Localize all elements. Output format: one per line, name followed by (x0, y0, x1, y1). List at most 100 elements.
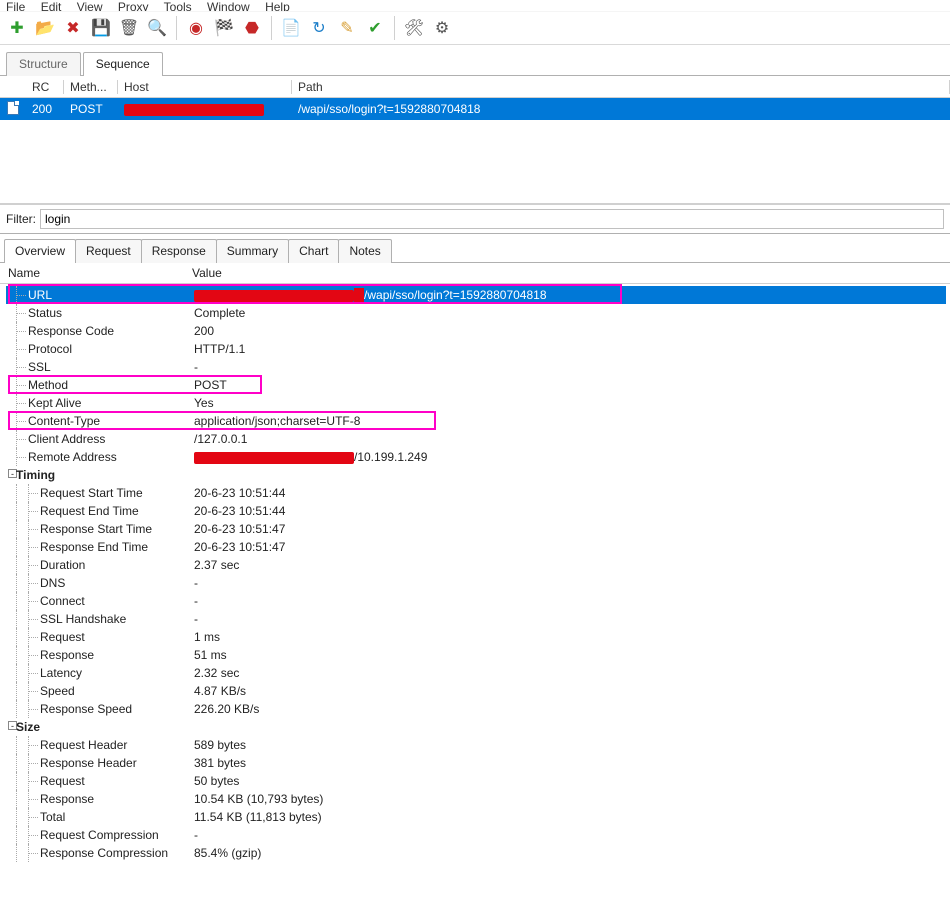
value-client-address: /127.0.0.1 (190, 432, 946, 446)
label-timing-request: Request (6, 630, 190, 644)
label-protocol: Protocol (6, 342, 190, 356)
row-timing-connect[interactable]: Connect- (6, 592, 946, 610)
row-timing-res_start[interactable]: Response Start Time20-6-23 10:51:47 (6, 520, 946, 538)
row-timing-speed[interactable]: Speed4.87 KB/s (6, 682, 946, 700)
col-host[interactable]: Host (118, 80, 292, 94)
row-size-req_comp[interactable]: Request Compression- (6, 826, 946, 844)
row-timing-dns[interactable]: DNS- (6, 574, 946, 592)
menu-edit[interactable]: Edit (41, 0, 62, 12)
label-timing-duration: Duration (6, 558, 190, 572)
row-content-type[interactable]: Content-Type application/json;charset=UT… (6, 412, 946, 430)
tab-request[interactable]: Request (75, 239, 142, 263)
row-size-total[interactable]: Total11.54 KB (11,813 bytes) (6, 808, 946, 826)
menu-tools[interactable]: Tools (164, 0, 192, 12)
label-size-request: Request (6, 774, 190, 788)
row-timing-resp_speed[interactable]: Response Speed226.20 KB/s (6, 700, 946, 718)
row-size-res_comp[interactable]: Response Compression85.4% (gzip) (6, 844, 946, 862)
row-timing-duration[interactable]: Duration2.37 sec (6, 556, 946, 574)
label-timing-req_end: Request End Time (6, 504, 190, 518)
value-kept-alive: Yes (190, 396, 946, 410)
row-size-req_header[interactable]: Request Header589 bytes (6, 736, 946, 754)
find-icon[interactable]: 🔍 (146, 17, 168, 39)
detail-tabs: Overview Request Response Summary Chart … (0, 234, 950, 263)
value-ssl: - (190, 360, 946, 374)
row-ssl[interactable]: SSL - (6, 358, 946, 376)
toolbar-separator (394, 16, 395, 40)
value-method: POST (190, 378, 946, 392)
row-protocol[interactable]: Protocol HTTP/1.1 (6, 340, 946, 358)
row-remote-address[interactable]: Remote Address /10.199.1.249 (6, 448, 946, 466)
label-size-total: Total (6, 810, 190, 824)
label-remote-address: Remote Address (6, 450, 190, 464)
row-kept-alive[interactable]: Kept Alive Yes (6, 394, 946, 412)
repeat-icon[interactable]: ↻ (308, 17, 330, 39)
group-timing[interactable]: - Timing (6, 466, 946, 484)
row-size-request[interactable]: Request50 bytes (6, 772, 946, 790)
label-timing-res_start: Response Start Time (6, 522, 190, 536)
col-path[interactable]: Path (292, 80, 950, 94)
row-timing-request[interactable]: Request1 ms (6, 628, 946, 646)
col-rc[interactable]: RC (26, 80, 64, 94)
menu-proxy[interactable]: Proxy (118, 0, 149, 12)
filter-input[interactable] (40, 209, 944, 229)
row-size-response[interactable]: Response10.54 KB (10,793 bytes) (6, 790, 946, 808)
tab-response[interactable]: Response (141, 239, 217, 263)
row-timing-req_start[interactable]: Request Start Time20-6-23 10:51:44 (6, 484, 946, 502)
overview-col-value[interactable]: Value (188, 266, 946, 280)
col-method[interactable]: Meth... (64, 80, 118, 94)
compose-icon[interactable]: 📄 (280, 17, 302, 39)
session-tabs: Structure Sequence (0, 45, 950, 76)
row-response-code[interactable]: Response Code 200 (6, 322, 946, 340)
row-status[interactable]: Status Complete (6, 304, 946, 322)
open-icon[interactable]: 📂 (34, 17, 56, 39)
menu-help[interactable]: Help (265, 0, 290, 12)
value-size-request: 50 bytes (190, 774, 946, 788)
value-timing-dns: - (190, 576, 946, 590)
row-method[interactable]: Method POST (6, 376, 946, 394)
settings-icon[interactable]: ⚙ (431, 17, 453, 39)
row-timing-latency[interactable]: Latency2.32 sec (6, 664, 946, 682)
row-url[interactable]: URL .../wapi/sso/login?t=1592880704818 (6, 286, 946, 304)
row-size-res_header[interactable]: Response Header381 bytes (6, 754, 946, 772)
label-timing-latency: Latency (6, 666, 190, 680)
tools-icon[interactable]: 🛠 (403, 17, 425, 39)
save-icon[interactable]: 💾 (90, 17, 112, 39)
validate-icon[interactable]: ✔ (364, 17, 386, 39)
request-list-header: RC Meth... Host Path (0, 76, 950, 98)
label-timing-req_start: Request Start Time (6, 486, 190, 500)
request-row[interactable]: 200 POST /wapi/sso/login?t=1592880704818 (0, 98, 950, 120)
row-timing-response[interactable]: Response51 ms (6, 646, 946, 664)
row-timing-ssl_hs[interactable]: SSL Handshake- (6, 610, 946, 628)
close-session-icon[interactable]: ✖ (62, 17, 84, 39)
tab-chart[interactable]: Chart (288, 239, 339, 263)
menu-view[interactable]: View (77, 0, 103, 12)
group-size[interactable]: - Size (6, 718, 946, 736)
request-list-empty-area[interactable] (0, 120, 950, 204)
row-timing-req_end[interactable]: Request End Time20-6-23 10:51:44 (6, 502, 946, 520)
tab-sequence[interactable]: Sequence (83, 52, 163, 76)
value-timing-speed: 4.87 KB/s (190, 684, 946, 698)
tab-notes[interactable]: Notes (338, 239, 391, 263)
overview-list: URL .../wapi/sso/login?t=1592880704818 S… (0, 284, 950, 870)
menu-file[interactable]: File (6, 0, 25, 12)
value-timing-res_start: 20-6-23 10:51:47 (190, 522, 946, 536)
overview-col-name[interactable]: Name (4, 266, 188, 280)
stop-icon[interactable]: ⬣ (241, 17, 263, 39)
value-timing-duration: 2.37 sec (190, 558, 946, 572)
tab-summary[interactable]: Summary (216, 239, 289, 263)
tab-overview[interactable]: Overview (4, 239, 76, 263)
menu-window[interactable]: Window (207, 0, 250, 12)
request-list: RC Meth... Host Path 200 POST /wapi/sso/… (0, 76, 950, 205)
new-icon[interactable]: ✚ (6, 17, 28, 39)
row-timing-res_end[interactable]: Response End Time20-6-23 10:51:47 (6, 538, 946, 556)
label-timing-resp_speed: Response Speed (6, 702, 190, 716)
value-size-req_comp: - (190, 828, 946, 842)
edit-icon[interactable]: ✎ (336, 17, 358, 39)
trash-icon[interactable]: 🗑 (118, 17, 140, 39)
tab-structure[interactable]: Structure (6, 52, 81, 76)
record-icon[interactable]: ◉ (185, 17, 207, 39)
label-status: Status (6, 306, 190, 320)
value-timing-latency: 2.32 sec (190, 666, 946, 680)
throttle-icon[interactable]: 🏁 (213, 17, 235, 39)
row-client-address[interactable]: Client Address /127.0.0.1 (6, 430, 946, 448)
